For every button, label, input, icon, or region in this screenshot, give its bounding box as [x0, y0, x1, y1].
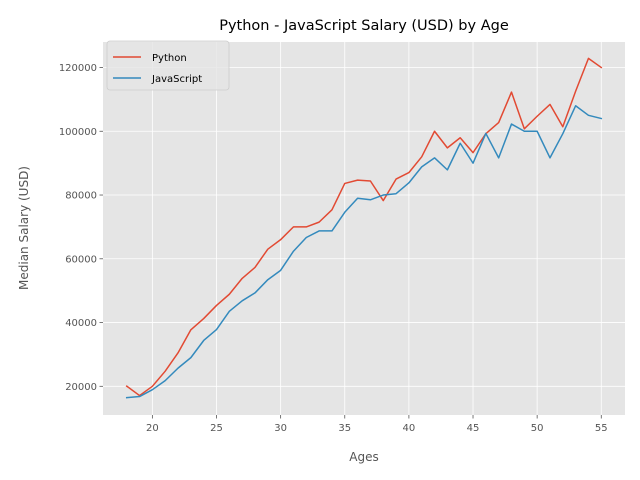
x-tick-label: 30	[274, 423, 287, 434]
y-tick-label: 40000	[65, 318, 97, 329]
x-tick-label: 20	[146, 423, 159, 434]
y-tick-label: 80000	[65, 191, 97, 202]
x-axis-label: Ages	[349, 450, 378, 464]
y-tick-label: 120000	[59, 63, 97, 74]
x-tick-label: 55	[595, 423, 608, 434]
plot-area	[103, 42, 625, 415]
x-tick-label: 25	[210, 423, 223, 434]
x-tick-label: 45	[467, 423, 480, 434]
y-tick-label: 60000	[65, 254, 97, 265]
y-tick-label: 20000	[65, 382, 97, 393]
y-axis-label: Median Salary (USD)	[17, 166, 31, 290]
x-tick-label: 40	[403, 423, 416, 434]
legend: Python JavaScript	[106, 40, 230, 91]
x-tick-label: 50	[531, 423, 544, 434]
y-tick-label: 100000	[59, 127, 97, 138]
legend-label-javascript: JavaScript	[151, 74, 202, 85]
salary-line-chart: 20 25 30 35 40 45 50 55 20000 40000 60000 80000 100…	[0, 0, 640, 480]
x-tick-label: 35	[338, 423, 351, 434]
chart-title: Python - JavaScript Salary (USD) by Age	[219, 18, 509, 34]
legend-label-python: Python	[152, 53, 187, 64]
